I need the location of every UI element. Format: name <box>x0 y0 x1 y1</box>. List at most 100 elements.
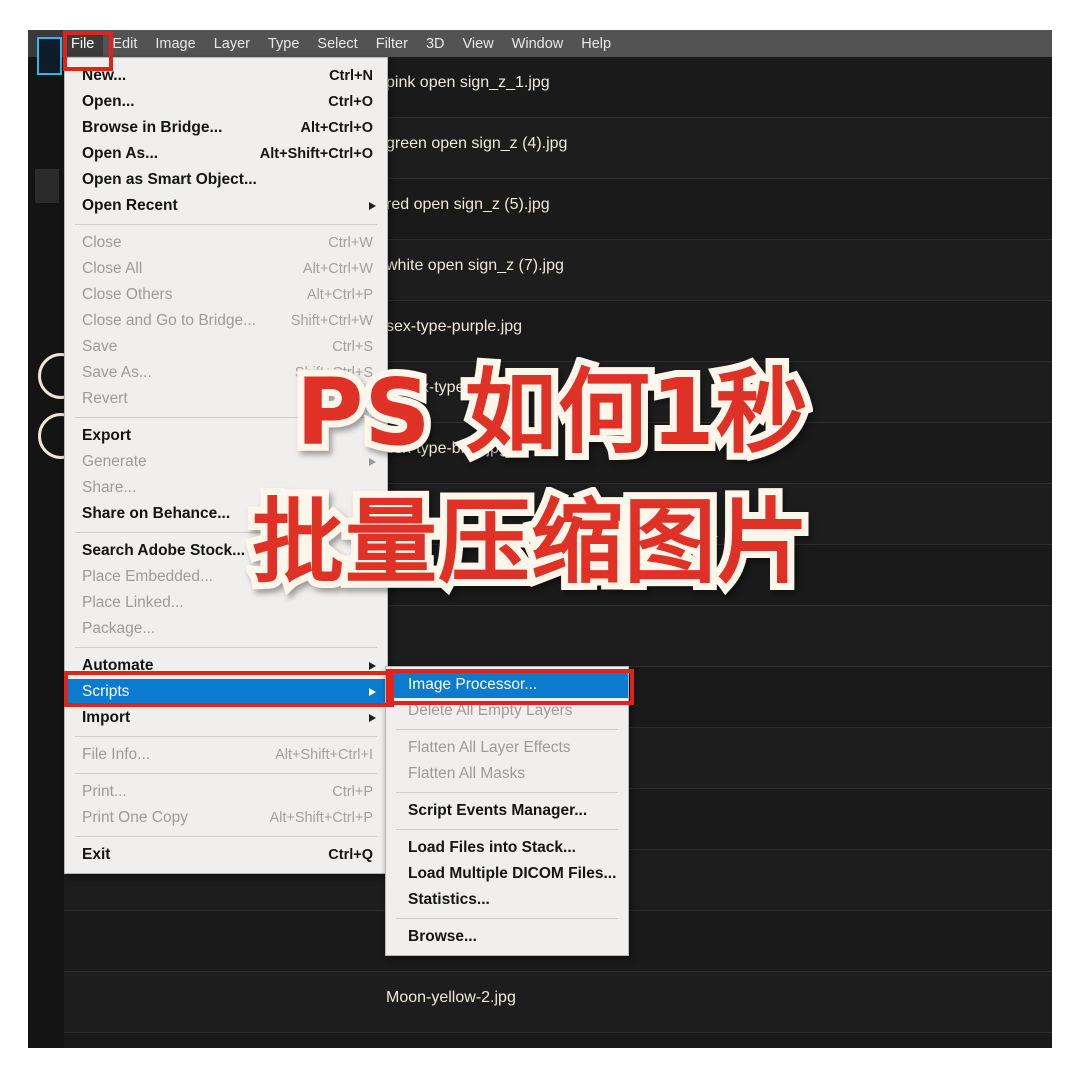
scripts-submenu: Image Processor... Delete All Empty Layer… <box>385 666 629 956</box>
menu-item-label: Open Recent <box>82 197 178 214</box>
menu-item-label: Script Events Manager... <box>408 802 588 819</box>
menu-item-label: Statistics... <box>408 891 490 908</box>
menubar-item-type[interactable]: Type <box>259 32 308 56</box>
file-menu-item-print-one-copy: Print One Copy Alt+Shift+Ctrl+P <box>65 805 387 831</box>
menu-item-label: Import <box>82 709 131 726</box>
file-name-label: pink open sign_z_1.jpg <box>386 74 550 91</box>
scripts-menu-item-browse[interactable]: Browse... <box>386 924 628 950</box>
file-list-row[interactable]: Moon-yellow-2.jpg <box>64 972 1052 1033</box>
menu-separator <box>75 224 377 225</box>
menu-item-label: Close All <box>82 260 143 277</box>
thumbnail-placeholder[interactable] <box>35 169 59 203</box>
menu-item-label: Revert <box>82 390 128 407</box>
menu-item-label: Image Processor... <box>408 676 538 693</box>
menu-item-label: Browse in Bridge... <box>82 119 223 136</box>
menubar-item-view[interactable]: View <box>454 32 503 56</box>
scripts-menu-item-delete-all-empty-layers: Delete All Empty Layers <box>386 698 628 724</box>
menu-item-label: Open as Smart Object... <box>82 171 257 188</box>
menubar-item-layer[interactable]: Layer <box>205 32 259 56</box>
menu-item-label: Close and Go to Bridge... <box>82 312 257 329</box>
file-menu-item-open-as[interactable]: Open As... Alt+Shift+Ctrl+O <box>65 141 387 167</box>
menu-item-shortcut: Ctrl+W <box>328 235 373 251</box>
file-menu-item-exit[interactable]: Exit Ctrl+Q <box>65 842 387 868</box>
file-menu-item-file-info: File Info... Alt+Shift+Ctrl+I <box>65 742 387 768</box>
file-name-label: red open sign_z (5).jpg <box>386 196 550 213</box>
menu-item-label: Automate <box>82 657 154 674</box>
file-menu-item-import[interactable]: Import <box>65 705 387 731</box>
file-menu-item-browse-in-bridge[interactable]: Browse in Bridge... Alt+Ctrl+O <box>65 115 387 141</box>
menu-item-label: Place Embedded... <box>82 568 213 585</box>
menu-item-label: Share on Behance... <box>82 505 231 522</box>
menubar-item-select[interactable]: Select <box>308 32 366 56</box>
menu-separator <box>396 729 618 730</box>
chevron-right-icon <box>369 714 376 722</box>
scripts-menu-item-image-processor[interactable]: Image Processor... <box>386 672 628 698</box>
scripts-menu-item-script-events-manager[interactable]: Script Events Manager... <box>386 798 628 824</box>
menubar-item-help[interactable]: Help <box>572 32 620 56</box>
menu-item-label: Package... <box>82 620 156 637</box>
menu-item-label: Place Linked... <box>82 594 184 611</box>
file-menu-item-close-all: Close All Alt+Ctrl+W <box>65 256 387 282</box>
menu-item-shortcut: Alt+Ctrl+W <box>302 261 373 277</box>
menu-item-label: Load Multiple DICOM Files... <box>408 865 617 882</box>
menu-item-shortcut: Alt+Ctrl+P <box>306 287 373 303</box>
file-menu-item-new[interactable]: New... Ctrl+N <box>65 63 387 89</box>
file-menu-item-open-recent[interactable]: Open Recent <box>65 193 387 219</box>
scripts-menu-item-load-files-into-stack[interactable]: Load Files into Stack... <box>386 835 628 861</box>
menu-separator <box>75 773 377 774</box>
menu-item-shortcut: Ctrl+Q <box>328 847 373 863</box>
menu-separator <box>396 918 618 919</box>
file-menu-item-close: Close Ctrl+W <box>65 230 387 256</box>
menu-item-label: Open... <box>82 93 135 110</box>
scripts-menu-item-load-multiple-dicom-files[interactable]: Load Multiple DICOM Files... <box>386 861 628 887</box>
file-menu-item-open[interactable]: Open... Ctrl+O <box>65 89 387 115</box>
menu-separator <box>75 836 377 837</box>
thumbnail-rail <box>28 30 84 1048</box>
selected-thumbnail[interactable] <box>37 37 62 75</box>
menu-item-label: Save <box>82 338 118 355</box>
menu-item-label: Export <box>82 427 132 444</box>
menu-item-shortcut: Ctrl+O <box>328 94 373 110</box>
menu-item-label: Flatten All Masks <box>408 765 526 782</box>
menu-item-label: Delete All Empty Layers <box>408 702 573 719</box>
menu-item-label: Browse... <box>408 928 477 945</box>
menu-separator <box>396 792 618 793</box>
file-menu-item-print: Print... Ctrl+P <box>65 779 387 805</box>
menu-item-label: Save As... <box>82 364 152 381</box>
menubar-item-window[interactable]: Window <box>503 32 573 56</box>
menu-item-label: Search Adobe Stock... <box>82 542 246 559</box>
menu-item-label: Generate <box>82 453 147 470</box>
menu-bar: Ps File Edit Image Layer Type Select Fil… <box>28 30 1052 57</box>
menu-item-shortcut: Alt+Shift+Ctrl+O <box>259 146 373 162</box>
file-menu-item-scripts[interactable]: Scripts <box>65 679 387 705</box>
menu-item-shortcut: Alt+Ctrl+O <box>300 120 373 136</box>
menu-item-label: Scripts <box>82 683 130 700</box>
file-list-row[interactable] <box>64 1033 1052 1048</box>
scripts-menu-item-flatten-all-masks: Flatten All Masks <box>386 761 628 787</box>
menu-item-label: Open As... <box>82 145 159 162</box>
menu-item-label: Exit <box>82 846 111 863</box>
file-menu-item-automate[interactable]: Automate <box>65 653 387 679</box>
scripts-menu-item-statistics[interactable]: Statistics... <box>386 887 628 913</box>
menu-separator <box>75 736 377 737</box>
promo-headline-line1: PS 如何1秒 <box>289 352 815 473</box>
menu-item-label: Close <box>82 234 122 251</box>
menu-item-label: Share... <box>82 479 137 496</box>
file-name-label: white open sign_z (7).jpg <box>386 257 564 274</box>
menubar-item-3d[interactable]: 3D <box>417 32 454 56</box>
menubar-item-file[interactable]: File <box>62 31 104 56</box>
menu-item-label: File Info... <box>82 746 151 763</box>
menu-item-shortcut: Alt+Shift+Ctrl+I <box>275 747 373 763</box>
scripts-menu-item-flatten-all-layer-effects: Flatten All Layer Effects <box>386 735 628 761</box>
file-name-label: green open sign_z (4).jpg <box>386 135 568 152</box>
chevron-right-icon <box>369 688 376 696</box>
file-name-label: Moon-yellow-2.jpg <box>386 989 516 1006</box>
menubar-item-filter[interactable]: Filter <box>367 32 417 56</box>
menubar-item-image[interactable]: Image <box>146 32 204 56</box>
menu-item-label: Flatten All Layer Effects <box>408 739 571 756</box>
promo-headline-line2: 批量压缩图片 <box>245 482 816 603</box>
file-name-label: sex-type-purple.jpg <box>386 318 523 335</box>
file-menu-item-open-as-smart-object[interactable]: Open as Smart Object... <box>65 167 387 193</box>
chevron-right-icon <box>369 202 376 210</box>
menubar-item-edit[interactable]: Edit <box>103 32 146 56</box>
